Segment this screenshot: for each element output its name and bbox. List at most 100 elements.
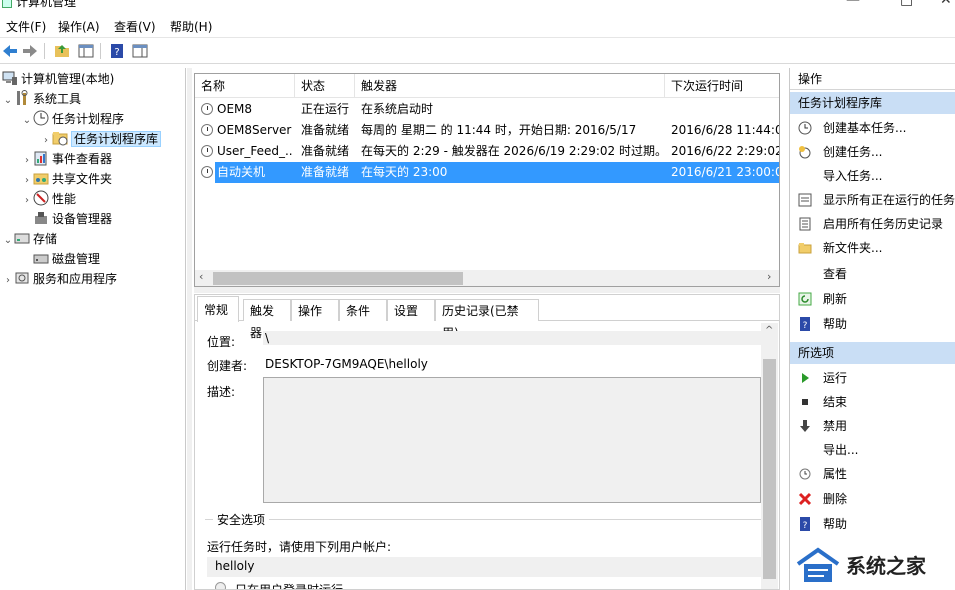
forward-arrow-icon[interactable] bbox=[21, 42, 39, 60]
details-vertical-scrollbar[interactable]: ^ bbox=[761, 323, 778, 589]
action-label: 属性 bbox=[823, 467, 848, 481]
details-tab-bar: 常规 触发器 操作 条件 设置 历史记录(已禁用) bbox=[195, 295, 779, 340]
action-label: 帮助 bbox=[823, 517, 848, 531]
action-delete[interactable]: 删除 bbox=[790, 487, 955, 511]
action-label: 创建基本任务... bbox=[823, 121, 907, 135]
location-value: \ bbox=[265, 331, 270, 345]
action-label: 运行 bbox=[823, 371, 848, 385]
menu-file[interactable]: 文件(F) bbox=[6, 18, 46, 35]
tab-actions[interactable]: 操作 bbox=[291, 299, 339, 321]
action-end[interactable]: 结束 bbox=[790, 390, 955, 414]
scroll-left-icon[interactable]: ‹ bbox=[199, 270, 203, 283]
column-header-name[interactable]: 名称 bbox=[195, 74, 295, 98]
chevron-right-icon[interactable]: › bbox=[40, 131, 52, 151]
task-status: 准备就绪 bbox=[301, 144, 350, 158]
show-hide-action-pane-icon[interactable] bbox=[131, 42, 149, 60]
action-refresh[interactable]: 刷新 bbox=[790, 287, 955, 311]
back-arrow-icon[interactable] bbox=[1, 42, 19, 60]
scroll-up-icon[interactable]: ^ bbox=[765, 325, 773, 336]
actions-header: 操作 bbox=[790, 68, 955, 90]
column-header-next-run[interactable]: 下次运行时间 bbox=[665, 74, 779, 98]
run-as-label: 运行任务时，请使用下列用户帐户: bbox=[207, 540, 392, 554]
tree-item-event-viewer[interactable]: › 事件查看器 bbox=[21, 149, 112, 169]
action-label: 导入任务... bbox=[823, 169, 883, 183]
task-trigger: 在每天的 2:29 - 触发器在 2026/6/19 2:29:02 时过期。 bbox=[361, 144, 663, 158]
folder-up-icon[interactable] bbox=[53, 42, 71, 60]
tree-item-computer-management[interactable]: 计算机管理(本地) bbox=[2, 69, 114, 89]
action-create-basic-task[interactable]: 创建基本任务... bbox=[790, 116, 955, 140]
action-export[interactable]: 导出... bbox=[790, 438, 955, 462]
stop-icon bbox=[802, 399, 808, 405]
tree-item-services-apps[interactable]: › 服务和应用程序 bbox=[2, 269, 117, 289]
task-clock-icon bbox=[201, 145, 213, 157]
tab-history[interactable]: 历史记录(已禁用) bbox=[435, 299, 539, 340]
tree-item-performance[interactable]: › 性能 bbox=[21, 189, 76, 209]
toolbar: ? bbox=[0, 39, 955, 64]
task-clock-icon bbox=[201, 166, 213, 178]
horizontal-scrollbar[interactable]: ‹ › bbox=[195, 270, 779, 286]
table-row-selected[interactable]: 自动关机 准备就绪 在每天的 23:00 2016/6/21 23:00:00 bbox=[201, 162, 779, 183]
menu-view[interactable]: 查看(V) bbox=[114, 18, 156, 35]
radio-logged-on-only[interactable] bbox=[215, 582, 226, 589]
action-enable-history[interactable]: 启用所有任务历史记录 bbox=[790, 212, 955, 236]
tab-settings[interactable]: 设置 bbox=[387, 299, 435, 321]
horizontal-splitter[interactable] bbox=[194, 287, 780, 293]
tab-triggers[interactable]: 触发器 bbox=[243, 299, 291, 340]
chevron-down-icon[interactable]: ⌄ bbox=[2, 91, 14, 111]
action-label: 显示所有正在运行的任务 bbox=[823, 193, 955, 207]
chevron-down-icon[interactable]: ⌄ bbox=[2, 231, 14, 251]
chevron-right-icon[interactable]: › bbox=[2, 271, 14, 291]
table-row[interactable]: User_Feed_... 准备就绪 在每天的 2:29 - 触发器在 2026… bbox=[195, 141, 779, 162]
chevron-right-icon[interactable]: › bbox=[21, 191, 33, 211]
chevron-right-icon[interactable]: › bbox=[21, 171, 33, 191]
run-as-user-value: helloly bbox=[215, 559, 255, 573]
action-create-task[interactable]: 创建任务... bbox=[790, 140, 955, 164]
action-show-running-tasks[interactable]: 显示所有正在运行的任务 bbox=[790, 188, 955, 212]
scrollbar-thumb[interactable] bbox=[213, 272, 463, 285]
close-button[interactable]: ✕ bbox=[940, 0, 952, 8]
action-new-folder[interactable]: 新文件夹... bbox=[790, 236, 955, 260]
pane-splitter[interactable] bbox=[187, 68, 192, 590]
tree-item-shared-folders[interactable]: › 共享文件夹 bbox=[21, 169, 112, 189]
tab-conditions[interactable]: 条件 bbox=[339, 299, 387, 321]
menu-action[interactable]: 操作(A) bbox=[58, 18, 100, 35]
action-properties[interactable]: 属性 bbox=[790, 462, 955, 486]
actions-group-selected[interactable]: 所选项 bbox=[790, 342, 955, 364]
tree-item-task-scheduler-library[interactable]: › 任务计划程序库 bbox=[40, 129, 162, 151]
help-icon: ? bbox=[800, 317, 810, 331]
actions-group-library[interactable]: 任务计划程序库 bbox=[790, 92, 955, 114]
action-view[interactable]: 查看 bbox=[790, 262, 955, 286]
chevron-down-icon[interactable]: ⌄ bbox=[21, 111, 33, 131]
create-task-icon bbox=[799, 146, 811, 159]
task-name: OEM8 bbox=[217, 102, 253, 116]
scrollbar-thumb[interactable] bbox=[763, 359, 776, 579]
disk-icon bbox=[33, 254, 49, 264]
tree-item-system-tools[interactable]: ⌄ 系统工具 bbox=[2, 89, 81, 109]
tree-item-device-manager[interactable]: 设备管理器 bbox=[21, 209, 112, 229]
tree-item-storage[interactable]: ⌄ 存储 bbox=[2, 229, 57, 249]
help-icon[interactable]: ? bbox=[108, 42, 126, 60]
table-row[interactable]: OEM8Server 准备就绪 每周的 星期二 的 11:44 时，开始日期: … bbox=[195, 120, 779, 141]
description-field[interactable] bbox=[263, 377, 761, 503]
action-import-task[interactable]: 导入任务... bbox=[790, 164, 955, 188]
tree-item-task-scheduler[interactable]: ⌄ 任务计划程序 bbox=[21, 109, 124, 129]
navigation-tree: 计算机管理(本地) ⌄ 系统工具 ⌄ 任务计划程序 › 任务计划程序库 › 事件查看器 … bbox=[0, 68, 186, 590]
column-header-trigger[interactable]: 触发器 bbox=[355, 74, 665, 98]
minimize-button[interactable]: — bbox=[846, 0, 860, 8]
table-row[interactable]: OEM8 正在运行 在系统启动时 bbox=[195, 99, 779, 120]
scroll-right-icon[interactable]: › bbox=[767, 270, 771, 283]
action-run[interactable]: 运行 bbox=[790, 366, 955, 390]
folder-clock-icon bbox=[52, 132, 68, 146]
action-disable[interactable]: 禁用 bbox=[790, 414, 955, 438]
chevron-right-icon[interactable]: › bbox=[21, 151, 33, 171]
maximize-button[interactable]: □ bbox=[900, 0, 913, 8]
tree-item-label: 服务和应用程序 bbox=[33, 272, 118, 286]
author-value: DESKTOP-7GM9AQE\helloly bbox=[265, 357, 428, 371]
tree-item-disk-management[interactable]: 磁盘管理 bbox=[21, 249, 100, 269]
menu-help[interactable]: 帮助(H) bbox=[170, 18, 212, 35]
action-help[interactable]: ? 帮助 bbox=[790, 312, 955, 336]
tab-general[interactable]: 常规 bbox=[197, 296, 239, 322]
column-header-status[interactable]: 状态 bbox=[295, 74, 355, 98]
action-help-selected[interactable]: ? 帮助 bbox=[790, 512, 955, 536]
show-hide-tree-icon[interactable] bbox=[77, 42, 95, 60]
